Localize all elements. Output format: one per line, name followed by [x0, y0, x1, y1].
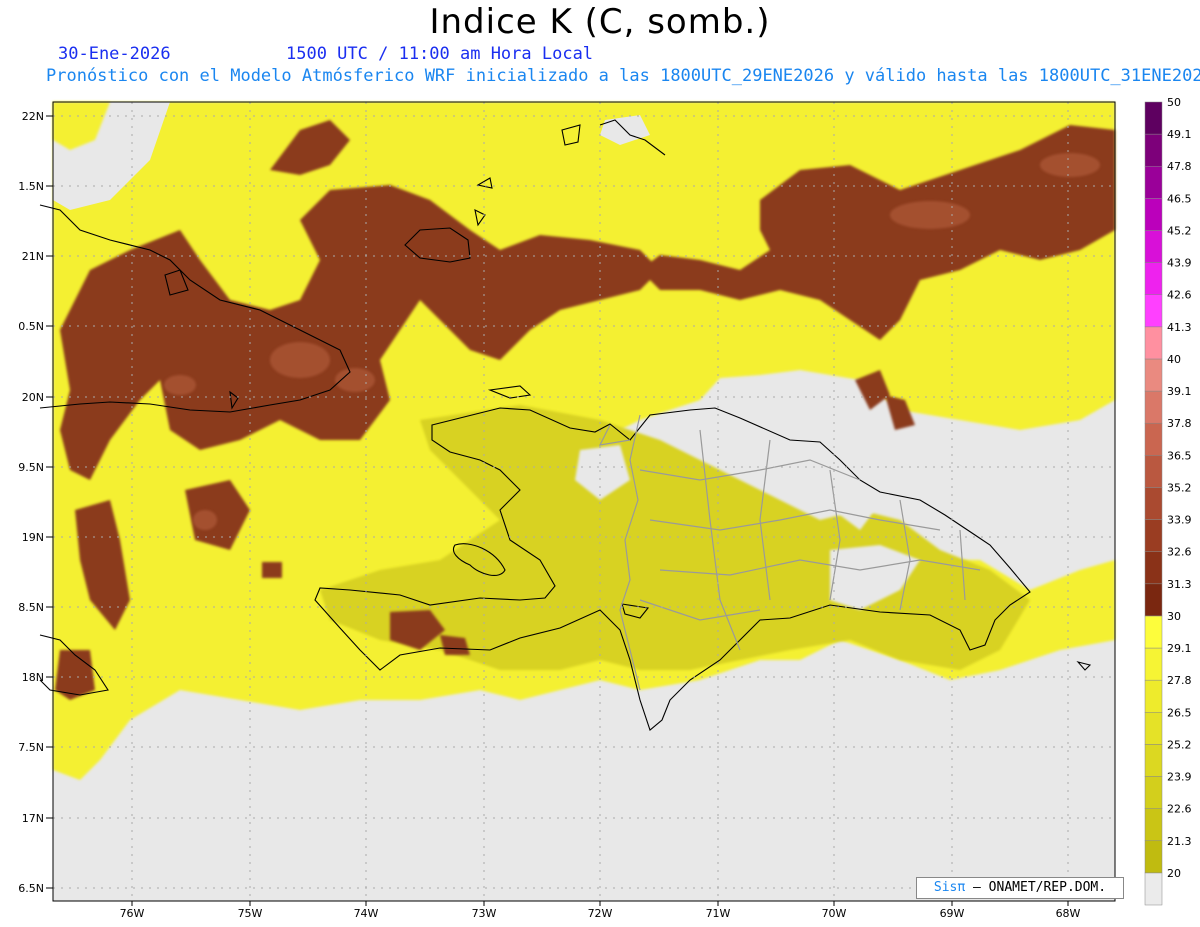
colorbar-label: 41.3 [1167, 321, 1192, 334]
colorbar-swatch [1144, 294, 1163, 328]
lon-label: 69W [940, 907, 965, 920]
colorbar-label: 42.6 [1167, 289, 1192, 302]
lat-axis: 22N 1.5N 21N 0.5N 20N 9.5N 19N 8.5N 18N … [18, 110, 44, 895]
colorbar-swatch [1144, 808, 1163, 842]
lat-ticks [46, 115, 53, 889]
lon-axis: 76W 75W 74W 73W 72W 71W 70W 69W 68W [120, 907, 1081, 920]
lat-label: 9.5N [18, 461, 44, 474]
colorbar-label: 26.5 [1167, 706, 1192, 719]
colorbar-label: 36.5 [1167, 449, 1192, 462]
colorbar-label: 29.1 [1167, 642, 1192, 655]
colorbar-swatch [1144, 326, 1163, 360]
k-index-map: 22N 1.5N 21N 0.5N 20N 9.5N 19N 8.5N 18N … [18, 96, 1192, 920]
lat-label: 22N [22, 110, 44, 123]
colorbar-swatch [1144, 776, 1163, 809]
colorbar-label: 27.8 [1167, 674, 1192, 687]
colorbar-label: 35.2 [1167, 481, 1192, 494]
lat-label: 7.5N [18, 741, 44, 754]
colorbar-label: 32.6 [1167, 546, 1192, 559]
colorbar-label: 43.9 [1167, 257, 1192, 270]
colorbar-label: 22.6 [1167, 803, 1192, 816]
lat-label: 0.5N [18, 320, 44, 333]
colorbar-swatch [1144, 583, 1163, 617]
lon-label: 72W [588, 907, 613, 920]
colorbar-swatch [1144, 198, 1163, 231]
colorbar-label: 21.3 [1167, 835, 1192, 848]
lon-label: 68W [1056, 907, 1081, 920]
colorbar-label: 46.5 [1167, 192, 1192, 205]
colorbar-swatch [1144, 230, 1163, 263]
colorbar-label: 31.3 [1167, 578, 1192, 591]
colorbar-label: 20 [1167, 867, 1181, 880]
colorbar-swatch [1144, 679, 1163, 713]
colorbar-label: 25.2 [1167, 738, 1192, 751]
colorbar-swatch [1144, 101, 1163, 135]
colorbar-swatch [1144, 840, 1163, 874]
colorbar-swatch [1144, 358, 1163, 392]
colorbar-swatch [1144, 165, 1163, 199]
lat-label: 19N [22, 531, 44, 544]
colorbar-swatch [1144, 422, 1163, 456]
lon-label: 74W [354, 907, 379, 920]
lat-label: 6.5N [18, 882, 44, 895]
colorbar-swatch [1144, 744, 1163, 777]
colorbar-label: 50 [1167, 96, 1181, 109]
colorbar: 20 21.3 22.6 23.9 25.2 26.5 27.8 29.1 30 31.3 32.6… [1144, 96, 1192, 906]
colorbar-swatch [1144, 519, 1163, 552]
colorbar-swatch [1144, 615, 1163, 649]
colorbar-swatch [1144, 551, 1163, 585]
colorbar-swatch [1144, 712, 1163, 745]
colorbar-label: 37.8 [1167, 417, 1192, 430]
colorbar-label: 49.1 [1167, 128, 1192, 141]
credit-box: Sisπ – ONAMET/REP.DOM. [916, 877, 1124, 899]
colorbar-swatch [1144, 390, 1163, 424]
lon-label: 71W [706, 907, 731, 920]
lon-ticks [131, 901, 1069, 906]
colorbar-label: 40 [1167, 353, 1181, 366]
lon-label: 70W [822, 907, 847, 920]
lat-label: 21N [22, 250, 44, 263]
colorbar-label: 45.2 [1167, 224, 1192, 237]
sis-logo-text: Sisπ [933, 880, 966, 895]
colorbar-label: 33.9 [1167, 514, 1192, 527]
colorbar-label: 39.1 [1167, 385, 1192, 398]
colorbar-swatch [1144, 647, 1163, 681]
colorbar-swatch [1144, 872, 1163, 906]
colorbar-swatch [1144, 455, 1163, 488]
colorbar-label: 30 [1167, 610, 1181, 623]
lat-label: 8.5N [18, 601, 44, 614]
lat-label: 18N [22, 671, 44, 684]
lon-label: 75W [238, 907, 263, 920]
colorbar-label: 23.9 [1167, 771, 1192, 784]
colorbar-label: 47.8 [1167, 160, 1192, 173]
colorbar-swatch [1144, 262, 1163, 295]
lat-label: 20N [22, 391, 44, 404]
credit-text: – ONAMET/REP.DOM. [973, 880, 1107, 895]
colorbar-swatch [1144, 487, 1163, 520]
lat-label: 17N [22, 812, 44, 825]
lon-label: 76W [120, 907, 145, 920]
lon-label: 73W [472, 907, 497, 920]
colorbar-swatch [1144, 133, 1163, 167]
lat-label: 1.5N [18, 180, 44, 193]
